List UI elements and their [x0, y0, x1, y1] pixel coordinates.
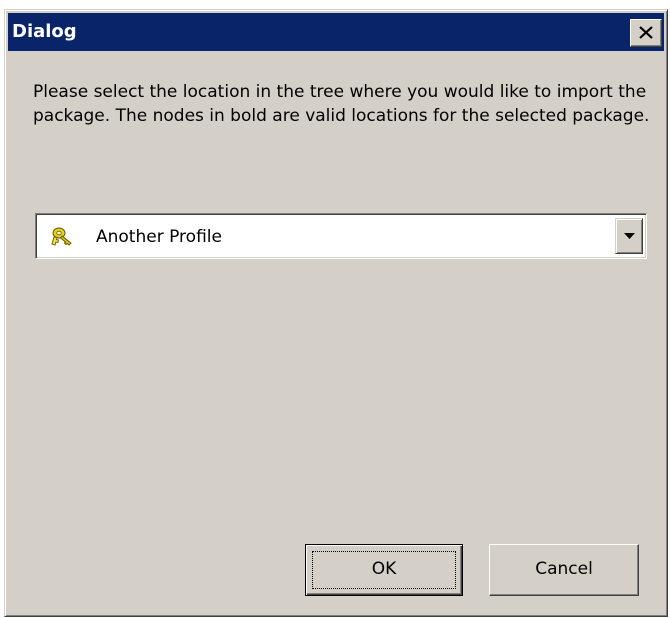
- dropdown-button[interactable]: [615, 218, 643, 254]
- cancel-button[interactable]: Cancel: [489, 544, 639, 596]
- ok-button[interactable]: OK: [305, 544, 463, 596]
- dialog-window: Dialog Please select the location in the…: [4, 9, 668, 617]
- dialog-title: Dialog: [12, 21, 77, 42]
- close-icon: [639, 26, 653, 39]
- profile-keys-icon: [51, 227, 72, 246]
- instructions-text: Please select the location in the tree w…: [33, 82, 650, 126]
- chevron-down-icon: [624, 233, 635, 239]
- location-select-value: Another Profile: [96, 227, 222, 247]
- ok-button-label: OK: [371, 559, 397, 579]
- title-bar[interactable]: Dialog: [8, 13, 664, 51]
- close-button[interactable]: [630, 19, 662, 47]
- cancel-button-label: Cancel: [535, 559, 593, 579]
- location-select[interactable]: Another Profile: [35, 213, 647, 259]
